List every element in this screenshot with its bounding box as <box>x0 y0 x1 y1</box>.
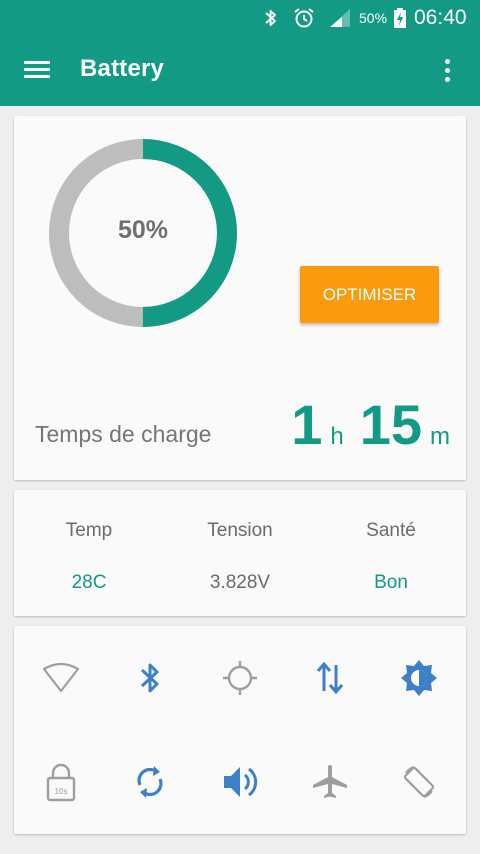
auto-rotate-icon[interactable] <box>389 752 449 812</box>
volume-icon[interactable] <box>210 752 270 812</box>
battery-charging-icon <box>393 0 407 36</box>
more-vertical-icon[interactable] <box>436 56 460 86</box>
wifi-icon[interactable] <box>31 648 91 708</box>
mobile-data-icon[interactable] <box>300 648 360 708</box>
page-title: Battery <box>80 55 165 82</box>
status-bar: 50% 06:40 <box>0 0 480 36</box>
screen-timeout-lock-icon[interactable]: 10s <box>31 752 91 812</box>
battery-card: 50% OPTIMISER Temps de charge 1 h 15 m <box>14 116 466 480</box>
stat-temperature: Temp 28C <box>14 490 164 616</box>
app-bar: Battery <box>0 36 480 106</box>
health-label: Santé <box>366 520 416 541</box>
battery-level-label: 50% <box>117 216 169 244</box>
temp-label: Temp <box>65 520 113 541</box>
battery-percent: 50% <box>359 10 388 26</box>
sync-icon[interactable] <box>120 752 180 812</box>
hours-unit: h <box>330 423 344 450</box>
charge-minutes: 15 <box>359 393 422 456</box>
location-icon[interactable] <box>210 648 270 708</box>
voltage-label: Tension <box>207 520 273 541</box>
voltage-value: 3.828V <box>209 572 271 593</box>
bluetooth-icon <box>262 0 280 36</box>
brightness-icon[interactable] <box>389 648 449 708</box>
status-time: 06:40 <box>414 6 467 29</box>
charge-time-label: Temps de charge <box>35 421 212 447</box>
charge-time-value: 1 h 15 m <box>291 392 450 457</box>
charge-hours: 1 <box>291 393 323 456</box>
stats-card: Temp 28C Tension 3.828V Santé Bon <box>14 490 466 616</box>
timeout-badge: 10s <box>55 787 68 796</box>
airplane-mode-icon[interactable] <box>300 752 360 812</box>
bluetooth-toggle-icon[interactable] <box>120 648 180 708</box>
signal-icon <box>328 0 352 36</box>
alarm-icon <box>292 0 316 36</box>
temp-value: 28C <box>71 572 107 593</box>
health-value: Bon <box>374 572 408 593</box>
hamburger-menu-icon[interactable] <box>24 58 52 82</box>
stat-voltage: Tension 3.828V <box>165 490 315 616</box>
stat-health: Santé Bon <box>316 490 466 616</box>
optimize-button[interactable]: OPTIMISER <box>300 266 439 323</box>
quick-settings-card: 10s <box>14 626 466 834</box>
minutes-unit: m <box>430 423 450 450</box>
